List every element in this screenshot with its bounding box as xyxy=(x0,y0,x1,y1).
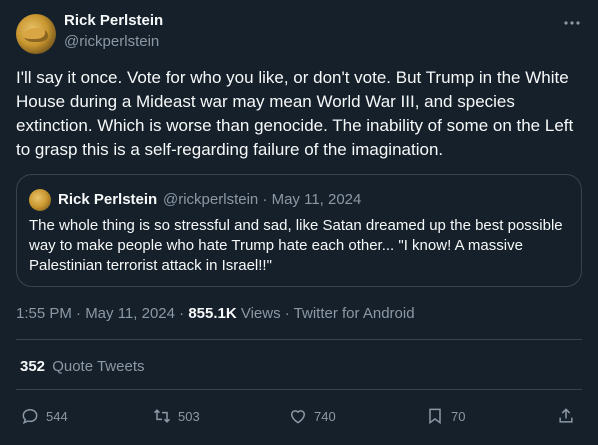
divider xyxy=(16,339,582,340)
bookmark-count: 70 xyxy=(451,408,466,424)
tweet-source[interactable]: Twitter for Android xyxy=(294,305,415,322)
share-icon xyxy=(559,408,573,423)
reply-icon xyxy=(22,408,38,425)
action-bar: 544 503 740 70 xyxy=(16,402,582,430)
quoted-avatar xyxy=(29,189,51,211)
reply-button[interactable]: 544 xyxy=(20,402,68,430)
reply-count: 544 xyxy=(46,408,68,424)
retweet-count: 503 xyxy=(178,408,200,424)
quoted-tweet[interactable]: Rick Perlstein @rickperlstein · May 11, … xyxy=(16,174,582,287)
quoted-author-name: Rick Perlstein xyxy=(58,191,158,208)
avatar[interactable] xyxy=(16,14,56,54)
divider xyxy=(16,389,582,390)
like-count: 740 xyxy=(314,408,336,424)
views-label: Views · xyxy=(236,305,294,322)
views-count: 855.1K xyxy=(188,305,237,322)
retweet-icon xyxy=(153,409,171,423)
tweet-text: I'll say it once. Vote for who you like,… xyxy=(16,68,574,159)
author-handle[interactable]: @rickperlstein xyxy=(64,33,159,50)
tweet-meta: 1:55 PM · May 11, 2024 · 855.1K Views · … xyxy=(16,305,415,322)
quote-tweets-count: 352 xyxy=(20,358,46,375)
author-name[interactable]: Rick Perlstein xyxy=(64,12,163,29)
bookmark-icon xyxy=(429,408,441,425)
like-button[interactable]: 740 xyxy=(288,402,336,430)
more-horizontal-icon[interactable] xyxy=(562,14,582,34)
bookmark-button[interactable]: 70 xyxy=(425,402,465,430)
heart-icon xyxy=(290,410,306,424)
tweet-detail: Rick Perlstein @rickperlstein I'll say i… xyxy=(0,0,598,445)
quoted-handle-date: @rickperlstein · May 11, 2024 xyxy=(163,191,362,208)
tweet-timestamp[interactable]: 1:55 PM · May 11, 2024 · xyxy=(16,305,188,322)
quoted-tweet-text: The whole thing is so stressful and sad,… xyxy=(29,217,563,274)
quote-tweets-label: Quote Tweets xyxy=(52,358,145,375)
retweet-button[interactable]: 503 xyxy=(152,402,200,430)
tweet-header: Rick Perlstein @rickperlstein xyxy=(16,12,582,56)
quote-tweets-link[interactable]: 352 Quote Tweets xyxy=(20,358,144,375)
share-button[interactable] xyxy=(556,402,582,430)
